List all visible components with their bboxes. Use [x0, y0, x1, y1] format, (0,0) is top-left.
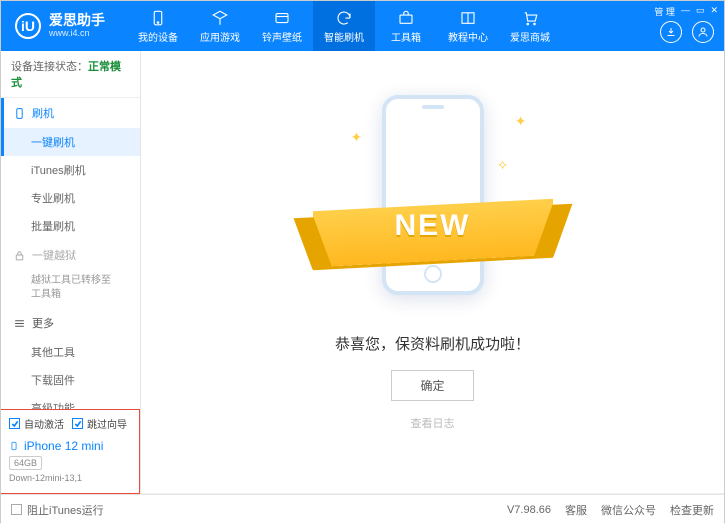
section-more[interactable]: 更多	[1, 308, 140, 338]
sidebar-item[interactable]: iTunes刷机	[1, 156, 140, 184]
top-nav: 我的设备应用游戏铃声壁纸智能刷机工具箱教程中心爱思商城	[127, 1, 561, 51]
section-jailbreak: 一键越狱	[1, 240, 140, 270]
wallet-icon	[273, 9, 291, 27]
nav-refresh[interactable]: 智能刷机	[313, 1, 375, 51]
device-subtitle: Down-12mini-13,1	[9, 473, 131, 483]
nav-wallet[interactable]: 铃声壁纸	[251, 1, 313, 51]
win-close[interactable]: ✕	[710, 5, 718, 18]
refresh-icon	[335, 9, 353, 27]
win-min[interactable]: —	[681, 5, 690, 18]
footer: 阻止iTunes运行 V7.98.66 客服 微信公众号 检查更新	[1, 494, 724, 524]
options-highlight: 自动激活 跳过向导 iPhone 12 mini 64GB Down-12min…	[1, 409, 140, 494]
sidebar-item[interactable]: 下载固件	[1, 366, 140, 394]
banner-text: NEW	[333, 209, 533, 243]
device-name[interactable]: iPhone 12 mini	[9, 439, 131, 453]
wechat-link[interactable]: 微信公众号	[601, 502, 656, 518]
window-controls: 管 理 — ▭ ✕	[654, 5, 718, 18]
phone-icon	[149, 9, 167, 27]
toolbox-icon	[397, 9, 415, 27]
brand-name: 爱思助手	[49, 13, 105, 28]
win-manage[interactable]: 管 理	[654, 5, 675, 18]
nav-apps[interactable]: 应用游戏	[189, 1, 251, 51]
sidebar-item[interactable]: 高级功能	[1, 394, 140, 409]
sidebar-item[interactable]: 其他工具	[1, 338, 140, 366]
jailbreak-note: 越狱工具已转移至工具箱	[31, 274, 118, 302]
nav-toolbox[interactable]: 工具箱	[375, 1, 437, 51]
checkbox-skip-guide[interactable]: 跳过向导	[72, 416, 127, 431]
sidebar-item[interactable]: 专业刷机	[1, 184, 140, 212]
section-flash[interactable]: 刷机	[1, 98, 140, 128]
version-label: V7.98.66	[507, 504, 551, 516]
win-max[interactable]: ▭	[696, 5, 705, 18]
lock-icon	[13, 249, 26, 262]
nav-book[interactable]: 教程中心	[437, 1, 499, 51]
nav-phone[interactable]: 我的设备	[127, 1, 189, 51]
brand-url: www.i4.cn	[49, 29, 105, 39]
connection-status: 设备连接状态：正常模式	[1, 51, 140, 98]
sidebar-item[interactable]: 批量刷机	[1, 212, 140, 240]
success-message: 恭喜您，保资料刷机成功啦！	[335, 333, 530, 354]
device-capacity: 64GB	[9, 456, 42, 470]
apps-icon	[211, 9, 229, 27]
sidebar-item[interactable]: 一键刷机	[1, 128, 140, 156]
nav-cart[interactable]: 爱思商城	[499, 1, 561, 51]
main-panel: NEW ✦✦✧ 恭喜您，保资料刷机成功啦！ 确定 查看日志	[141, 51, 724, 494]
checkbox-block-itunes[interactable]: 阻止iTunes运行	[11, 502, 104, 518]
check-update-link[interactable]: 检查更新	[670, 502, 714, 518]
view-log-link[interactable]: 查看日志	[411, 415, 455, 431]
user-icon[interactable]	[692, 21, 714, 43]
flash-icon	[13, 107, 26, 120]
book-icon	[459, 9, 477, 27]
cart-icon	[521, 9, 539, 27]
titlebar: iU 爱思助手 www.i4.cn 我的设备应用游戏铃声壁纸智能刷机工具箱教程中…	[1, 1, 724, 51]
download-icon[interactable]	[660, 21, 682, 43]
sidebar: 设备连接状态：正常模式 刷机 一键刷机iTunes刷机专业刷机批量刷机 一键越狱…	[1, 51, 141, 494]
logo-icon: iU	[15, 13, 41, 39]
success-illustration: NEW ✦✦✧	[333, 87, 533, 307]
menu-icon	[13, 317, 26, 330]
ok-button[interactable]: 确定	[391, 370, 473, 401]
checkbox-auto-activate[interactable]: 自动激活	[9, 416, 64, 431]
service-link[interactable]: 客服	[565, 502, 587, 518]
brand: iU 爱思助手 www.i4.cn	[1, 13, 119, 39]
